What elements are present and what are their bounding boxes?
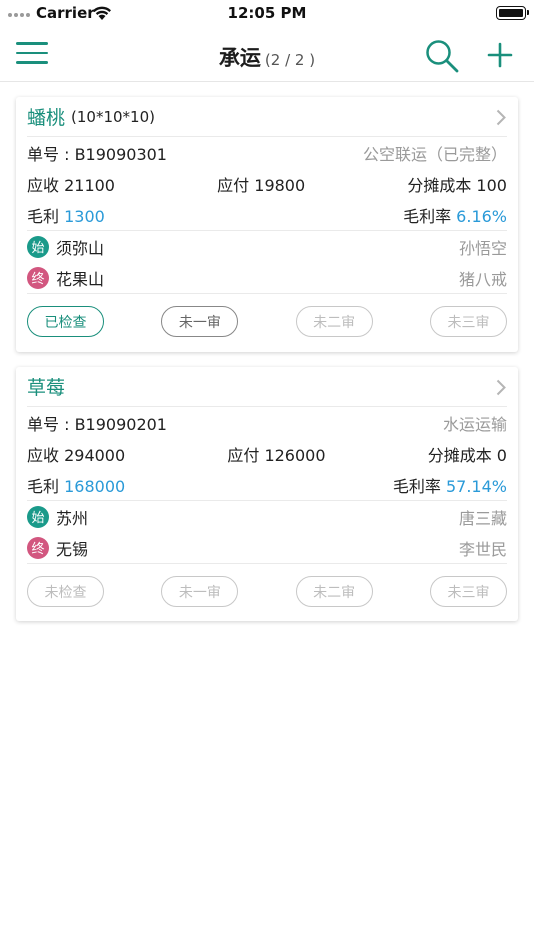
order-number: 单号 : B19090201 (27, 414, 167, 434)
gross-profit-value: 168000 (64, 476, 126, 496)
search-icon[interactable] (424, 38, 460, 74)
review-buttons: 已检查 未一审 未二审 未三审 (16, 294, 518, 349)
unchecked-button[interactable]: 未检查 (27, 576, 104, 607)
gross-margin: 毛利率 57.14% (393, 473, 507, 497)
transport-mode: 公空联运（已完整） (362, 144, 507, 164)
card-header[interactable]: 蟠桃 (10*10*10) (16, 97, 518, 136)
allocated-cost: 分摊成本 0 (427, 445, 507, 465)
gross-margin-value: 6.16% (456, 206, 507, 226)
review-buttons: 未检查 未一审 未二审 未三审 (16, 564, 518, 619)
start-place: 苏州 (56, 508, 89, 528)
end-place: 花果山 (56, 269, 105, 289)
gross-margin: 毛利率 6.16% (403, 203, 507, 227)
route-end-row: 终花果山 猪八戒 (16, 262, 518, 293)
end-badge: 终 (27, 266, 49, 289)
payable: 应付 126000 (227, 445, 326, 465)
chevron-right-icon[interactable] (496, 109, 506, 126)
nav-bar: 承运 (2 / 2 ) (0, 28, 534, 82)
chevron-right-icon[interactable] (496, 379, 506, 396)
start-place: 须弥山 (56, 238, 105, 258)
end-place: 无锡 (56, 539, 89, 559)
page-count: (2 / 2 ) (264, 51, 316, 69)
first-review-button[interactable]: 未一审 (161, 306, 239, 337)
receivable: 应收 21100 (27, 175, 115, 195)
clock: 12:05 PM (227, 4, 307, 22)
start-person: 孙悟空 (458, 238, 507, 258)
shipment-card[interactable]: 草莓 单号 : B19090201 水运运输 应收 294000 应付 1260… (16, 367, 518, 621)
product-spec: (10*10*10) (71, 107, 155, 126)
gross-profit: 毛利 1300 (27, 203, 105, 227)
page-title-text: 承运 (218, 46, 261, 70)
status-bar: Carrier 12:05 PM (0, 0, 534, 28)
gross-margin-label: 毛利率 (392, 476, 441, 496)
second-review-button[interactable]: 未二审 (295, 576, 373, 607)
start-badge: 始 (27, 235, 49, 258)
end-person: 猪八戒 (458, 269, 507, 289)
product-name: 草莓 (27, 377, 66, 399)
battery-icon (496, 6, 529, 20)
start-person: 唐三藏 (458, 508, 507, 528)
start-badge: 始 (27, 505, 49, 528)
payable: 应付 19800 (217, 175, 306, 195)
gross-margin-value: 57.14% (445, 476, 507, 496)
route-end-row: 终无锡 李世民 (16, 532, 518, 563)
transport-mode: 水运运输 (442, 414, 507, 434)
product-name: 蟠桃 (27, 107, 66, 129)
allocated-cost: 分摊成本 100 (407, 175, 507, 195)
plus-icon[interactable] (486, 40, 514, 70)
gross-margin-label: 毛利率 (403, 206, 452, 226)
checked-button[interactable]: 已检查 (27, 306, 104, 337)
gross-profit-label: 毛利 (27, 206, 60, 226)
route-start-row: 始须弥山 孙悟空 (16, 231, 518, 262)
receivable: 应收 294000 (27, 445, 126, 465)
gross-profit: 毛利 168000 (27, 473, 125, 497)
amount-row: 应收 294000 应付 126000 分摊成本 0 (16, 438, 518, 469)
end-person: 李世民 (458, 539, 507, 559)
second-review-button[interactable]: 未二审 (295, 306, 373, 337)
end-badge: 终 (27, 536, 49, 559)
order-row: 单号 : B19090301 公空联运（已完整） (16, 137, 518, 168)
third-review-button[interactable]: 未三审 (429, 306, 507, 337)
profit-row: 毛利 168000 毛利率 57.14% (16, 469, 518, 500)
gross-profit-value: 1300 (64, 206, 105, 226)
profit-row: 毛利 1300 毛利率 6.16% (16, 199, 518, 230)
amount-row: 应收 21100 应付 19800 分摊成本 100 (16, 168, 518, 199)
third-review-button[interactable]: 未三审 (429, 576, 507, 607)
order-number: 单号 : B19090301 (27, 144, 167, 164)
order-row: 单号 : B19090201 水运运输 (16, 407, 518, 438)
route-start-row: 始苏州 唐三藏 (16, 501, 518, 532)
shipment-card[interactable]: 蟠桃 (10*10*10) 单号 : B19090301 公空联运（已完整） 应… (16, 97, 518, 352)
card-header[interactable]: 草莓 (16, 367, 518, 406)
gross-profit-label: 毛利 (27, 476, 60, 496)
first-review-button[interactable]: 未一审 (161, 576, 239, 607)
